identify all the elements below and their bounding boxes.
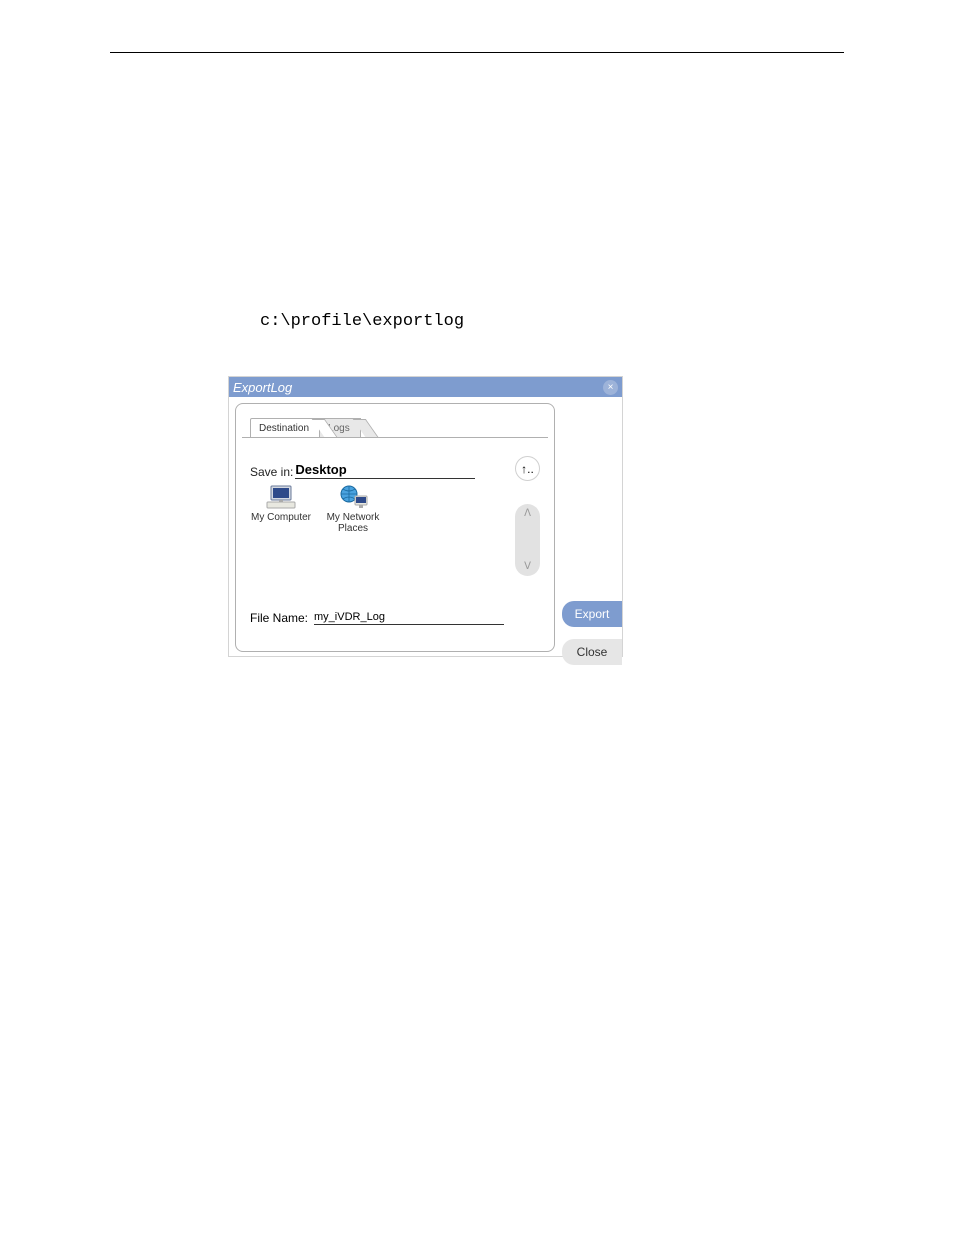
save-in-label: Save in: [250, 465, 293, 479]
close-button[interactable]: Close [562, 639, 622, 665]
my-network-places-item[interactable]: My Network Places [322, 482, 384, 534]
horizontal-rule [110, 52, 844, 53]
dialog-title: ExportLog [233, 380, 292, 395]
file-name-input[interactable]: my_iVDR_Log [314, 611, 504, 625]
network-icon [337, 482, 369, 510]
save-in-row: Save in: Desktop [250, 462, 534, 479]
my-computer-item[interactable]: My Computer [250, 482, 312, 534]
path-text: c:\profile\exportlog [260, 312, 464, 331]
titlebar: ExportLog × [229, 377, 622, 397]
scroll-down-button[interactable]: ᐯ [515, 561, 540, 572]
folder-icons-area: My Computer My Network Places [250, 482, 384, 534]
tab-divider [242, 437, 548, 438]
tab-destination[interactable]: Destination [250, 418, 320, 437]
up-arrow-icon: ↑.. [521, 462, 534, 476]
scroll-up-button[interactable]: ᐱ [515, 508, 540, 519]
computer-icon [265, 482, 297, 510]
file-name-row: File Name: my_iVDR_Log [250, 611, 504, 625]
save-in-input[interactable]: Desktop [295, 462, 475, 479]
dialog-body: Destination Logs Save in: Desktop ↑.. [229, 397, 622, 656]
tab-strip: Destination Logs [250, 418, 360, 437]
file-name-label: File Name: [250, 611, 308, 625]
export-button[interactable]: Export [562, 601, 622, 627]
close-icon[interactable]: × [603, 380, 618, 395]
export-log-dialog: ExportLog × Destination Logs Save in: De… [228, 376, 623, 657]
up-folder-button[interactable]: ↑.. [515, 456, 540, 481]
dialog-buttons: Export Close [562, 601, 622, 677]
scroll-control: ᐱ ᐯ [515, 504, 540, 576]
file-browser-panel: Destination Logs Save in: Desktop ↑.. [235, 403, 555, 652]
my-computer-label: My Computer [250, 512, 312, 523]
my-network-places-label: My Network Places [322, 512, 384, 534]
